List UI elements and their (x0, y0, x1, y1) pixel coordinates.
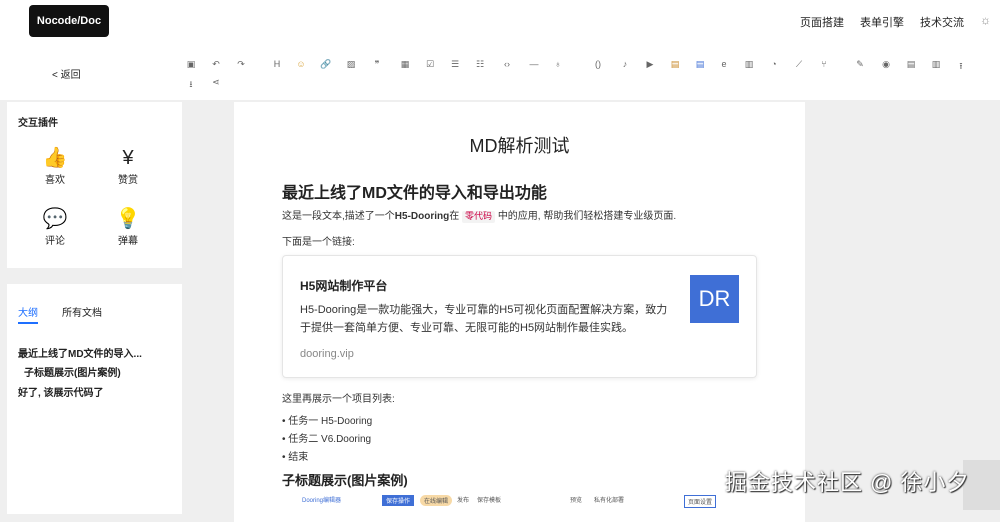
image-icon[interactable]: ▨ (344, 59, 358, 70)
plugin-label: 弹幕 (118, 236, 138, 247)
pie-chart-icon[interactable]: ◔ (767, 59, 781, 69)
list-text: 任务一 H5-Dooring (288, 416, 373, 427)
undo-icon[interactable]: ↶ (209, 59, 223, 70)
plugin-comment[interactable]: 💬 评论 (35, 206, 75, 247)
thumbs-up-icon: 👍 (42, 147, 68, 169)
shot-text: 预览 (570, 498, 583, 504)
line-chart-icon[interactable]: ⟋ (792, 59, 806, 70)
plugin-reward[interactable]: ¥ 赞赏 (108, 145, 148, 186)
ordered-list-icon[interactable]: ☰ (448, 59, 462, 70)
text-bold: H5-Dooring (394, 211, 450, 222)
watermark: 掘金技术社区 @ 徐小夕 (725, 470, 970, 495)
shot-text: 保存操作 (382, 495, 415, 506)
plugin-label: 赞赏 (118, 175, 138, 186)
text: 这是一段文本,描述了一个 (282, 211, 395, 222)
markdown-icon[interactable]: ▤ (904, 59, 918, 70)
back-button[interactable]: < 返回 (52, 66, 81, 81)
sign-icon[interactable]: ✎ (853, 59, 867, 70)
card-logo: DR (690, 275, 739, 323)
paragraph: 这是一段文本,描述了一个H5-Dooring在 零代码 中的应用, 帮助我们轻松… (282, 207, 677, 223)
plugins-title: 交互插件 (18, 118, 58, 129)
doc-title: MD解析测试 (469, 136, 570, 156)
heading-icon[interactable]: H (270, 59, 284, 69)
preview-icon[interactable]: ◉ (879, 59, 893, 70)
list-text: 结束 (288, 452, 309, 463)
export-icon[interactable]: ⭱ (954, 59, 968, 75)
link-icon[interactable]: 🔗 (319, 59, 333, 70)
pdf-icon[interactable]: ▤ (668, 59, 682, 70)
nav-tech-exchange[interactable]: 技术交流 (920, 14, 964, 30)
video-icon[interactable]: ▶ (643, 59, 657, 70)
subheading: 子标题展示(图片案例) (282, 473, 408, 488)
save-icon[interactable]: ▣ (184, 59, 198, 70)
emoji-icon[interactable]: ☺ (294, 59, 308, 69)
bar-chart-icon[interactable]: ▥ (742, 59, 756, 70)
plugin-danmaku[interactable]: 💡 弹幕 (108, 206, 148, 247)
flow-icon[interactable]: ⑂ (817, 59, 831, 69)
code-icon[interactable]: ‹› (500, 59, 514, 69)
tab-all-docs[interactable]: 所有文档 (62, 304, 102, 319)
alert-icon[interactable]: ♁ (551, 59, 565, 69)
card-title: H5网站制作平台 (300, 279, 388, 293)
active-tab-indicator (18, 322, 38, 324)
list-text: 任务二 V6.Dooring (288, 434, 372, 445)
shot-text: 私有化部署 (594, 498, 625, 504)
plugin-label: 评论 (45, 236, 65, 247)
link-card[interactable]: H5网站制作平台 H5-Dooring是一款功能强大，专业可靠的H5可视化页面配… (282, 255, 757, 378)
checkbox-icon[interactable]: ☑ (423, 59, 437, 70)
yen-icon: ¥ (122, 147, 134, 169)
shot-text: 发布 (457, 498, 470, 504)
outline-item[interactable]: 最近上线了MD文件的导入... (18, 345, 142, 360)
embedded-screenshot: Dooring编辑器 保存操作 在线编辑 发布 保存模板 预览 私有化部署 页面… (282, 495, 742, 510)
plugin-like[interactable]: 👍 喜欢 (35, 145, 75, 186)
card-description: H5-Dooring是一款功能强大，专业可靠的H5可视化页面配置解决方案，致力于… (300, 304, 668, 334)
outline-item[interactable]: 好了, 该展示代码了 (18, 384, 104, 399)
paragraph: 这里再展示一个项目列表: (282, 394, 395, 405)
header: Nocode/Doc 页面搭建 表单引擎 技术交流 ☼ < 返回 ▣ ↶ ↷ H ☺ 🔗 ▨… (0, 0, 1000, 100)
plugin-label: 喜欢 (45, 175, 65, 186)
bulb-icon: 💡 (115, 208, 141, 230)
inline-code: 零代码 (462, 211, 496, 223)
word-icon[interactable]: ▤ (693, 59, 707, 70)
shot-text: Dooring编辑器 (302, 498, 342, 504)
table-icon[interactable]: ▦ (398, 59, 412, 70)
divider-icon[interactable]: — (527, 59, 541, 69)
unordered-list-icon[interactable]: ☷ (473, 59, 487, 70)
list-item: • 任务一 H5-Dooring (282, 416, 373, 427)
building-icon[interactable]: ▥ (929, 59, 943, 70)
nav-form-engine[interactable]: 表单引擎 (860, 14, 904, 30)
list-item: • 结束 (282, 452, 309, 463)
paragraph: 下面是一个链接: (282, 237, 355, 248)
tab-outline[interactable]: 大纲 (18, 304, 38, 319)
audio-icon[interactable]: ♪ (618, 59, 632, 69)
formula-icon[interactable]: () (591, 59, 605, 69)
logo[interactable]: Nocode/Doc (29, 5, 109, 37)
import-icon[interactable]: ⭳ (184, 77, 198, 93)
shot-text: 在线编辑 (420, 495, 453, 506)
edge-icon[interactable]: e (717, 59, 731, 69)
card-url[interactable]: dooring.vip (300, 348, 354, 360)
sun-icon[interactable]: ☼ (980, 13, 991, 27)
redo-icon[interactable]: ↷ (234, 59, 248, 70)
quote-icon[interactable]: ❞ (370, 59, 384, 70)
outline-item[interactable]: 子标题展示(图片案例) (24, 364, 121, 379)
shot-text: 页面设置 (684, 495, 717, 508)
text: 在 (449, 211, 460, 222)
comment-icon: 💬 (42, 208, 68, 230)
shot-text: 保存模板 (477, 498, 502, 504)
list-item: • 任务二 V6.Dooring (282, 434, 372, 445)
text: 中的应用, 帮助我们轻松搭建专业级页面. (497, 211, 677, 222)
nav-page-builder[interactable]: 页面搭建 (800, 14, 844, 30)
doc-heading: 最近上线了MD文件的导入和导出功能 (282, 185, 547, 202)
share-icon[interactable]: ⋖ (209, 77, 223, 88)
